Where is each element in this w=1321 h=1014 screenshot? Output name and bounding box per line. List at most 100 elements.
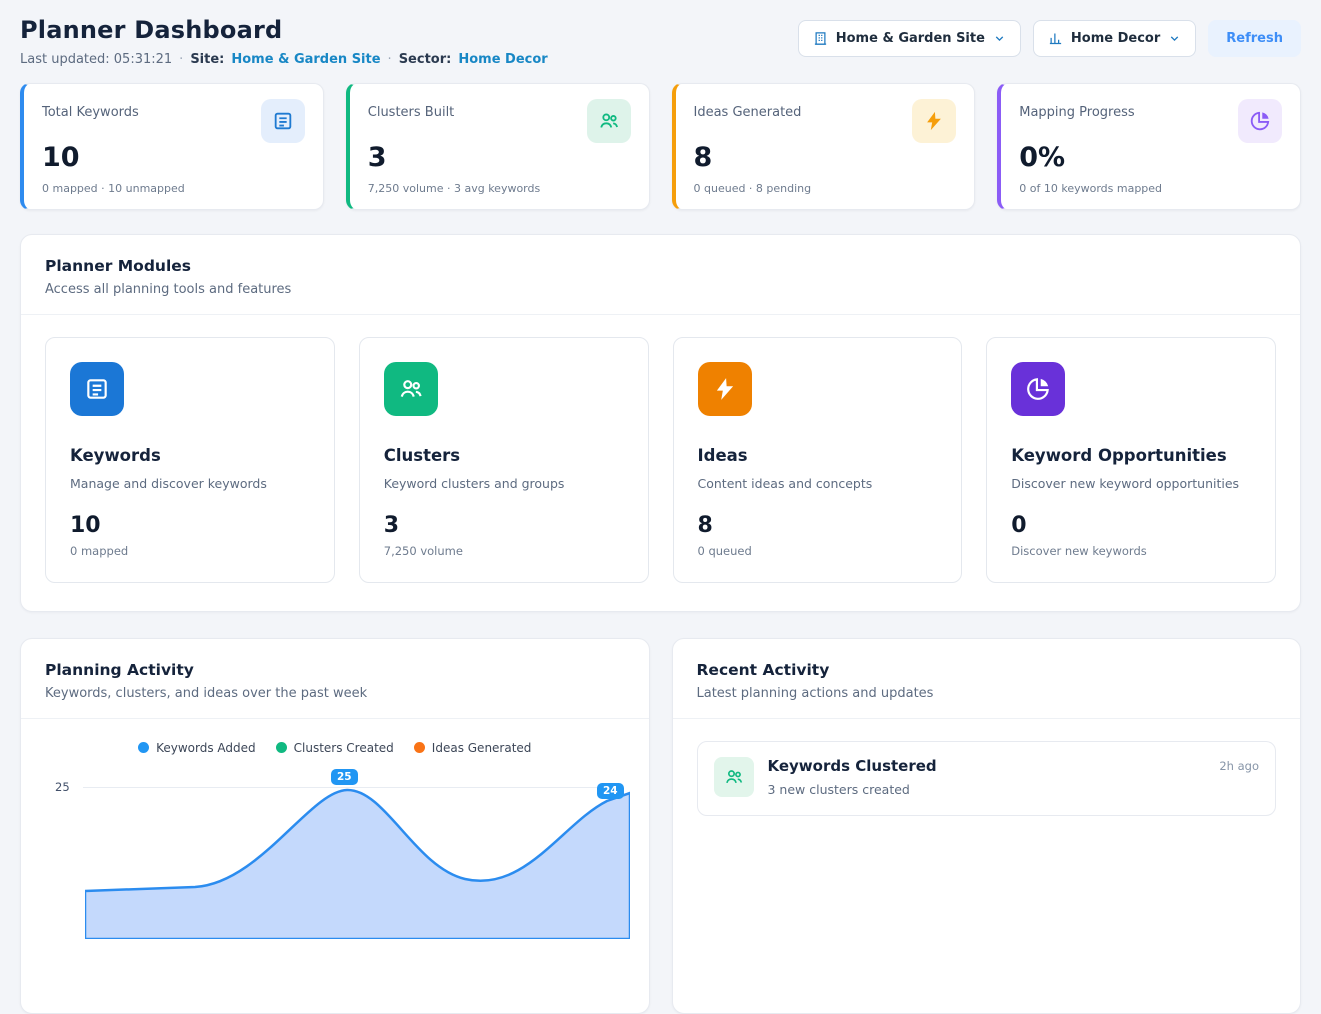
users-icon — [587, 99, 631, 143]
module-value: 8 — [698, 513, 938, 538]
sector-selector-value: Home Decor — [1071, 31, 1160, 46]
divider — [673, 718, 1301, 719]
stat-label: Ideas Generated — [694, 99, 802, 120]
users-icon — [384, 362, 438, 416]
chevron-down-icon — [1168, 32, 1181, 45]
stat-label: Clusters Built — [368, 99, 455, 120]
users-icon — [714, 757, 754, 797]
module-card-clusters[interactable]: Clusters Keyword clusters and groups 3 7… — [359, 337, 649, 583]
stat-sub: 0 queued · 8 pending — [694, 182, 957, 195]
module-title: Ideas — [698, 446, 938, 465]
module-sub: 0 mapped — [70, 544, 310, 558]
modules-grid: Keywords Manage and discover keywords 10… — [45, 337, 1276, 583]
meta-line: Last updated: 05:31:21 · Site: Home & Ga… — [20, 52, 548, 67]
module-card-ideas[interactable]: Ideas Content ideas and concepts 8 0 que… — [673, 337, 963, 583]
stat-sub: 0 mapped · 10 unmapped — [42, 182, 305, 195]
document-icon — [70, 362, 124, 416]
legend-item-keywords-added: Keywords Added — [138, 741, 256, 755]
area-chart — [85, 779, 630, 939]
stat-sub: 0 of 10 keywords mapped — [1019, 182, 1282, 195]
module-value: 10 — [70, 513, 310, 538]
topbar-left: Planner Dashboard Last updated: 05:31:21… — [20, 16, 548, 67]
section-title: Planning Activity — [45, 661, 625, 679]
sector-selector-dropdown[interactable]: Home Decor — [1033, 20, 1196, 57]
planning-activity-card: Planning Activity Keywords, clusters, an… — [20, 638, 650, 1014]
refresh-button[interactable]: Refresh — [1208, 20, 1301, 57]
legend-item-ideas-generated: Ideas Generated — [414, 741, 532, 755]
module-title: Keyword Opportunities — [1011, 446, 1251, 465]
section-subtitle: Access all planning tools and features — [45, 282, 1276, 297]
stat-value: 8 — [694, 143, 957, 173]
module-sub: Discover new keywords — [1011, 544, 1251, 558]
section-title: Recent Activity — [697, 661, 1277, 679]
planner-dashboard-page: Planner Dashboard Last updated: 05:31:21… — [0, 0, 1321, 1014]
activity-item-keywords-clustered[interactable]: Keywords Clustered 3 new clusters create… — [697, 741, 1277, 816]
building-icon — [813, 31, 828, 46]
site-link[interactable]: Home & Garden Site — [231, 52, 380, 67]
legend-item-clusters-created: Clusters Created — [276, 741, 394, 755]
stat-card-mapping-progress: Mapping Progress 0% 0 of 10 keywords map… — [997, 83, 1301, 210]
data-point-label: 25 — [331, 769, 358, 786]
recent-activity-card: Recent Activity Latest planning actions … — [672, 638, 1302, 1014]
module-title: Keywords — [70, 446, 310, 465]
divider — [21, 718, 649, 719]
module-description: Discover new keyword opportunities — [1011, 476, 1251, 491]
sector-label: Sector: — [399, 52, 452, 67]
legend-label: Ideas Generated — [432, 741, 532, 755]
y-axis-tick: 25 — [55, 780, 70, 794]
site-label: Site: — [190, 52, 224, 67]
document-icon — [261, 99, 305, 143]
pie-chart-icon — [1238, 99, 1282, 143]
planning-activity-chart: 25 25 24 — [45, 765, 625, 985]
activity-item-body: Keywords Clustered 3 new clusters create… — [768, 757, 937, 797]
legend-label: Clusters Created — [294, 741, 394, 755]
topbar: Planner Dashboard Last updated: 05:31:21… — [20, 16, 1301, 67]
module-sub: 0 queued — [698, 544, 938, 558]
bolt-icon — [698, 362, 752, 416]
data-point-label: 24 — [597, 783, 624, 800]
activity-description: 3 new clusters created — [768, 782, 937, 797]
module-value: 3 — [384, 513, 624, 538]
module-description: Content ideas and concepts — [698, 476, 938, 491]
chart-legend: Keywords Added Clusters Created Ideas Ge… — [45, 741, 625, 755]
stat-label: Total Keywords — [42, 99, 139, 120]
bar-chart-icon — [1048, 31, 1063, 46]
separator: · — [179, 52, 183, 67]
site-selector-dropdown[interactable]: Home & Garden Site — [798, 20, 1021, 57]
stat-card-total-keywords: Total Keywords 10 0 mapped · 10 unmapped — [20, 83, 324, 210]
separator: · — [388, 52, 392, 67]
section-subtitle: Latest planning actions and updates — [697, 686, 1277, 701]
bolt-icon — [912, 99, 956, 143]
chevron-down-icon — [993, 32, 1006, 45]
stat-value: 3 — [368, 143, 631, 173]
module-title: Clusters — [384, 446, 624, 465]
legend-label: Keywords Added — [156, 741, 256, 755]
planner-modules-section: Planner Modules Access all planning tool… — [20, 234, 1301, 612]
pie-chart-icon — [1011, 362, 1065, 416]
site-selector-value: Home & Garden Site — [836, 31, 985, 46]
page-title: Planner Dashboard — [20, 16, 548, 44]
sector-link[interactable]: Home Decor — [458, 52, 547, 67]
last-updated-text: Last updated: 05:31:21 — [20, 52, 172, 67]
module-value: 0 — [1011, 513, 1251, 538]
activity-timestamp: 2h ago — [1219, 757, 1259, 773]
module-card-keywords[interactable]: Keywords Manage and discover keywords 10… — [45, 337, 335, 583]
divider — [21, 314, 1300, 315]
stats-row: Total Keywords 10 0 mapped · 10 unmapped… — [20, 83, 1301, 210]
stat-card-clusters-built: Clusters Built 3 7,250 volume · 3 avg ke… — [346, 83, 650, 210]
module-description: Keyword clusters and groups — [384, 476, 624, 491]
stat-value: 0% — [1019, 143, 1282, 173]
legend-dot-icon — [276, 742, 287, 753]
section-title: Planner Modules — [45, 257, 1276, 275]
module-sub: 7,250 volume — [384, 544, 624, 558]
legend-dot-icon — [414, 742, 425, 753]
legend-dot-icon — [138, 742, 149, 753]
bottom-row: Planning Activity Keywords, clusters, an… — [20, 612, 1301, 1014]
stat-value: 10 — [42, 143, 305, 173]
module-card-keyword-opportunities[interactable]: Keyword Opportunities Discover new keywo… — [986, 337, 1276, 583]
stat-card-ideas-generated: Ideas Generated 8 0 queued · 8 pending — [672, 83, 976, 210]
topbar-controls: Home & Garden Site Home Decor Refresh — [798, 20, 1301, 57]
stat-label: Mapping Progress — [1019, 99, 1134, 120]
module-description: Manage and discover keywords — [70, 476, 310, 491]
section-subtitle: Keywords, clusters, and ideas over the p… — [45, 686, 625, 701]
